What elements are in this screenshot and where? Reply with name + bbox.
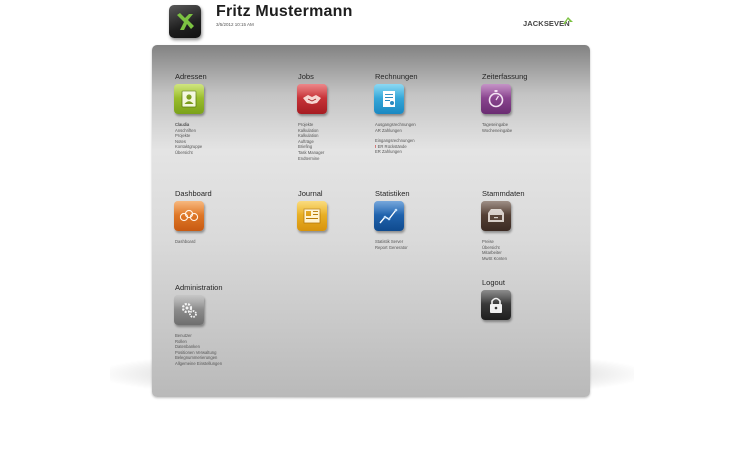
rechnungen-tile[interactable] xyxy=(374,84,404,114)
section-administration: Administration Benutzer Rollen Datenbank… xyxy=(174,283,223,366)
section-title[interactable]: Jobs xyxy=(298,72,314,81)
link-statistik-server[interactable]: Statistik Server xyxy=(375,239,408,245)
section-rechnungen: Rechnungen Ausgangsrechnungen AR Zahlung… xyxy=(374,72,418,154)
journal-icon xyxy=(303,208,321,224)
section-title[interactable]: Dashboard xyxy=(175,189,212,198)
link-mwst-konten[interactable]: MwSt Konten xyxy=(482,256,507,262)
section-title[interactable]: Logout xyxy=(482,278,505,287)
drawer-icon xyxy=(488,209,504,222)
link-tageseingabe[interactable]: Tageseingabe xyxy=(482,122,512,128)
adressen-links: Claudia Anschriften Projekte Notes Konta… xyxy=(175,122,202,156)
link-task-manager[interactable]: Task Manager xyxy=(298,150,324,156)
statistiken-links: Statistik Server Report Generator xyxy=(375,239,408,250)
journal-tile[interactable] xyxy=(297,201,327,231)
section-adressen: Adressen Claudia Anschriften Projekte No… xyxy=(174,72,207,155)
rechnungen-links: Ausgangsrechnungen AR Zahlungen Eingangs… xyxy=(375,122,416,155)
jobs-tile[interactable] xyxy=(297,84,327,114)
zeiterfassung-links: Tageseingabe Wocheneingabe xyxy=(482,122,512,133)
administration-tile[interactable] xyxy=(174,295,204,325)
zeiterfassung-tile[interactable] xyxy=(481,84,511,114)
section-logout: Logout xyxy=(481,278,511,320)
logout-button[interactable] xyxy=(481,290,511,320)
statistiken-tile[interactable] xyxy=(374,201,404,231)
link-ausgangsrechnungen[interactable]: Ausgangsrechnungen xyxy=(375,122,416,128)
leaf-logo-icon xyxy=(177,13,194,30)
link-allgemeine-einstellungen[interactable]: Allgemeine Einstellungen xyxy=(175,361,222,367)
line-chart-icon xyxy=(379,208,398,224)
link-wocheneingabe[interactable]: Wocheneingabe xyxy=(482,128,512,134)
current-date: 3/5/2012 10:15 AM xyxy=(216,22,254,27)
jobs-links: Projekte Kalkulation Kalkulation Aufträg… xyxy=(298,122,324,161)
dashboard-links: Dashboard xyxy=(175,239,196,245)
section-title[interactable]: Zeiterfassung xyxy=(482,72,527,81)
padlock-icon xyxy=(490,297,502,313)
section-title[interactable]: Stammdaten xyxy=(482,189,525,198)
section-title[interactable]: Adressen xyxy=(175,72,207,81)
section-title[interactable]: Journal xyxy=(298,189,323,198)
handshake-icon xyxy=(303,95,321,104)
section-statistiken: Statistiken Statistik Server Report Gene… xyxy=(374,189,410,250)
link-eingangsrechnungen[interactable]: Eingangsrechnungen xyxy=(375,138,416,144)
section-title[interactable]: Administration xyxy=(175,283,223,292)
address-card-icon xyxy=(181,90,197,108)
administration-links: Benutzer Rollen Datenbanken Positionen V… xyxy=(175,333,222,367)
section-journal: Journal xyxy=(297,189,327,231)
section-stammdaten: Stammdaten Preise Übersicht Mitarbeiter … xyxy=(481,189,525,261)
brand-leaf-icon xyxy=(563,17,573,24)
section-zeiterfassung: Zeiterfassung Tageseingabe Wocheneingabe xyxy=(481,72,527,133)
link-er-zahlungen[interactable]: ER Zahlungen xyxy=(375,149,416,155)
section-dashboard: Dashboard Dashboard xyxy=(174,189,212,244)
gauges-icon xyxy=(179,209,199,222)
link-endtermine[interactable]: Endtermine xyxy=(298,156,324,162)
link-report-generator[interactable]: Report Generator xyxy=(375,245,408,251)
invoice-icon xyxy=(383,91,395,107)
user-name: Fritz Mustermann xyxy=(216,3,353,20)
section-title[interactable]: Statistiken xyxy=(375,189,410,198)
adressen-tile[interactable] xyxy=(174,84,204,114)
stammdaten-links: Preise Übersicht Mitarbeiter MwSt Konten xyxy=(482,239,507,261)
link-dashboard[interactable]: Dashboard xyxy=(175,239,196,245)
stopwatch-icon xyxy=(488,90,504,108)
section-title[interactable]: Rechnungen xyxy=(375,72,418,81)
gears-icon xyxy=(181,302,197,318)
section-jobs: Jobs Projekte Kalkulation Kalkulation Au… xyxy=(297,72,327,161)
app-logo xyxy=(169,5,201,38)
link-uebersicht[interactable]: Übersicht xyxy=(175,150,202,156)
stammdaten-tile[interactable] xyxy=(481,201,511,231)
dashboard-tile[interactable] xyxy=(174,201,204,231)
